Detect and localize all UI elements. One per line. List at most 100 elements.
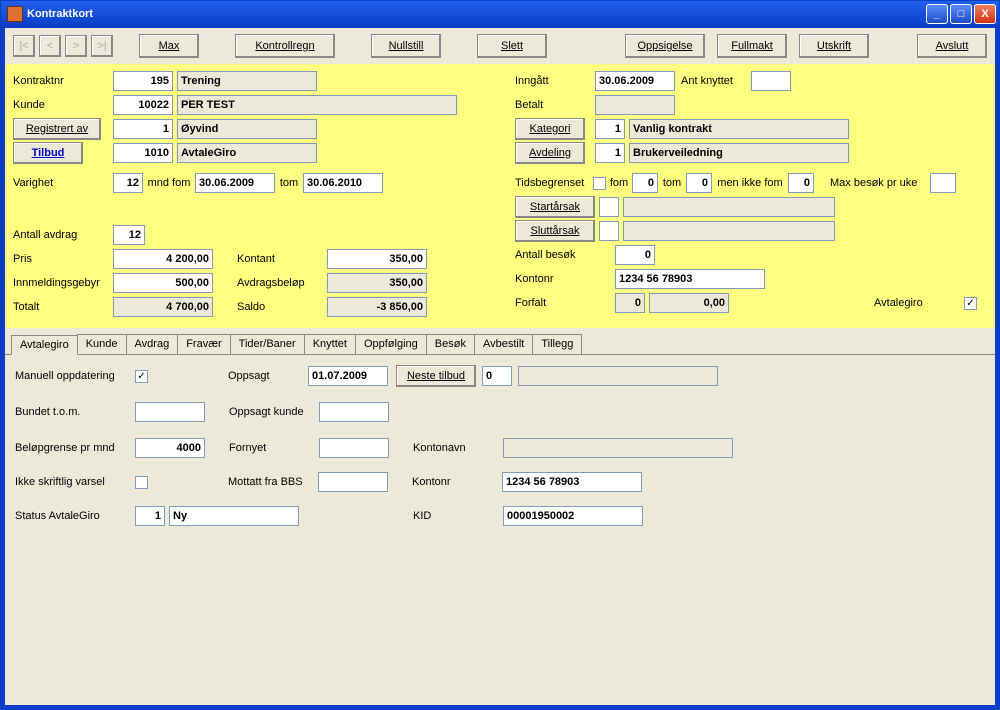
registrert-av-button[interactable]: Registrert av <box>13 118 101 140</box>
sluttarsak-button[interactable]: Sluttårsak <box>515 220 595 242</box>
betalt-label: Betalt <box>515 99 595 111</box>
kontrollregn-button[interactable]: Kontrollregn <box>235 34 335 58</box>
kontonr-label: Kontonr <box>515 273 615 285</box>
slett-button[interactable]: Slett <box>477 34 547 58</box>
tab-oppfolging[interactable]: Oppfølging <box>355 334 427 354</box>
antall-avdrag-field[interactable]: 12 <box>113 225 145 245</box>
toolbar: |< < > >| Max Kontrollregn Nullstill Sle… <box>5 28 995 64</box>
oppsagt-kunde-label: Oppsagt kunde <box>229 406 319 418</box>
fornyet-field[interactable] <box>319 438 389 458</box>
tab-tillegg[interactable]: Tillegg <box>532 334 582 354</box>
oppsagt-field[interactable]: 01.07.2009 <box>308 366 388 386</box>
tilbudnr-field[interactable]: 1010 <box>113 143 173 163</box>
tab-panel-avtalegiro: Manuell oppdatering ✓ Oppsagt 01.07.2009… <box>5 355 995 705</box>
varighet-fom-field[interactable]: 30.06.2009 <box>195 173 275 193</box>
regnr-field[interactable]: 1 <box>113 119 173 139</box>
nullstill-button[interactable]: Nullstill <box>371 34 441 58</box>
sluttarsak-nr-field[interactable] <box>599 221 619 241</box>
kontrakt-type-field: Trening <box>177 71 317 91</box>
status-ag-label: Status AvtaleGiro <box>15 510 135 522</box>
kunde-label: Kunde <box>13 99 113 111</box>
tids-fom-field[interactable]: 0 <box>632 173 658 193</box>
tab-fravaer[interactable]: Fravær <box>177 334 230 354</box>
men-ikke-fom-label: men ikke fom <box>712 177 788 189</box>
tids-tom-field[interactable]: 0 <box>686 173 712 193</box>
pris-field[interactable]: 4 200,00 <box>113 249 213 269</box>
antall-besok-label: Antall besøk <box>515 249 615 261</box>
kategori-navn-field: Vanlig kontrakt <box>629 119 849 139</box>
kontant-label: Kontant <box>237 253 327 265</box>
nav-next[interactable]: > <box>65 35 87 57</box>
tab-kunde[interactable]: Kunde <box>77 334 127 354</box>
bundet-field[interactable] <box>135 402 205 422</box>
antall-besok-field[interactable]: 0 <box>615 245 655 265</box>
innmeldingsgebyr-label: Innmeldingsgebyr <box>13 277 113 289</box>
oppsagt-kunde-field[interactable] <box>319 402 389 422</box>
close-button[interactable]: X <box>974 4 996 24</box>
tidsbegrenset-checkbox[interactable] <box>593 177 606 190</box>
totalt-field: 4 700,00 <box>113 297 213 317</box>
neste-tilbud-nr-field[interactable]: 0 <box>482 366 512 386</box>
avtalegiro-checkbox[interactable]: ✓ <box>964 297 977 310</box>
nav-prev[interactable]: < <box>39 35 61 57</box>
startarsak-nr-field[interactable] <box>599 197 619 217</box>
nav-last[interactable]: >| <box>91 35 113 57</box>
avdeling-nr-field[interactable]: 1 <box>595 143 625 163</box>
tilbud-button[interactable]: Tilbud <box>13 142 83 164</box>
kid-field[interactable]: 00001950002 <box>503 506 643 526</box>
minimize-button[interactable]: _ <box>926 4 948 24</box>
tab-avbestilt[interactable]: Avbestilt <box>474 334 533 354</box>
maximize-button[interactable]: □ <box>950 4 972 24</box>
neste-tilbud-button[interactable]: Neste tilbud <box>396 365 476 387</box>
max-besok-label: Max besøk pr uke <box>830 177 930 189</box>
neste-tilbud-txt-field <box>518 366 718 386</box>
status-nr-field[interactable]: 1 <box>135 506 165 526</box>
inngatt-label: Inngått <box>515 75 595 87</box>
fom-label: fom <box>606 177 632 189</box>
kategori-nr-field[interactable]: 1 <box>595 119 625 139</box>
kategori-button[interactable]: Kategori <box>515 118 585 140</box>
status-txt-field[interactable]: Ny <box>169 506 299 526</box>
tab-tider[interactable]: Tider/Baner <box>230 334 305 354</box>
fullmakt-button[interactable]: Fullmakt <box>717 34 787 58</box>
window-title: Kontraktkort <box>27 8 93 20</box>
max-besok-field[interactable] <box>930 173 956 193</box>
mottatt-bbs-field[interactable] <box>318 472 388 492</box>
inngatt-field[interactable]: 30.06.2009 <box>595 71 675 91</box>
oppsigelse-button[interactable]: Oppsigelse <box>625 34 705 58</box>
max-button[interactable]: Max <box>139 34 199 58</box>
ikke-skriftlig-checkbox[interactable] <box>135 476 148 489</box>
ant-knyttet-field[interactable] <box>751 71 791 91</box>
totalt-label: Totalt <box>13 301 113 313</box>
mnd-fom-label: mnd fom <box>143 177 195 189</box>
varighet-tom-field[interactable]: 30.06.2010 <box>303 173 383 193</box>
utskrift-button[interactable]: Utskrift <box>799 34 869 58</box>
tilbudnavn-field: AvtaleGiro <box>177 143 317 163</box>
belopgrense-field[interactable]: 4000 <box>135 438 205 458</box>
manuell-checkbox[interactable]: ✓ <box>135 370 148 383</box>
forfalt-label: Forfalt <box>515 297 615 309</box>
tom-label-2: tom <box>658 177 686 189</box>
kundenr-field[interactable]: 10022 <box>113 95 173 115</box>
startarsak-button[interactable]: Startårsak <box>515 196 595 218</box>
avdeling-button[interactable]: Avdeling <box>515 142 585 164</box>
tab-knyttet[interactable]: Knyttet <box>304 334 356 354</box>
avslutt-button[interactable]: Avslutt <box>917 34 987 58</box>
fornyet-label: Fornyet <box>229 442 319 454</box>
kontonr2-field[interactable]: 1234 56 78903 <box>502 472 642 492</box>
innmelding-field[interactable]: 500,00 <box>113 273 213 293</box>
avdeling-navn-field: Brukerveiledning <box>629 143 849 163</box>
kontonr-field[interactable]: 1234 56 78903 <box>615 269 765 289</box>
varighet-mnd-field[interactable]: 12 <box>113 173 143 193</box>
tids-men-field[interactable]: 0 <box>788 173 814 193</box>
tab-besok[interactable]: Besøk <box>426 334 475 354</box>
kid-label: KID <box>413 510 503 522</box>
kontraktnr-field[interactable]: 195 <box>113 71 173 91</box>
pris-label: Pris <box>13 253 113 265</box>
kontraktnr-label: Kontraktnr <box>13 75 113 87</box>
kundenavn-field: PER TEST <box>177 95 457 115</box>
tab-avdrag[interactable]: Avdrag <box>126 334 179 354</box>
kontant-field[interactable]: 350,00 <box>327 249 427 269</box>
tab-avtalegiro[interactable]: Avtalegiro <box>11 335 78 355</box>
nav-first[interactable]: |< <box>13 35 35 57</box>
